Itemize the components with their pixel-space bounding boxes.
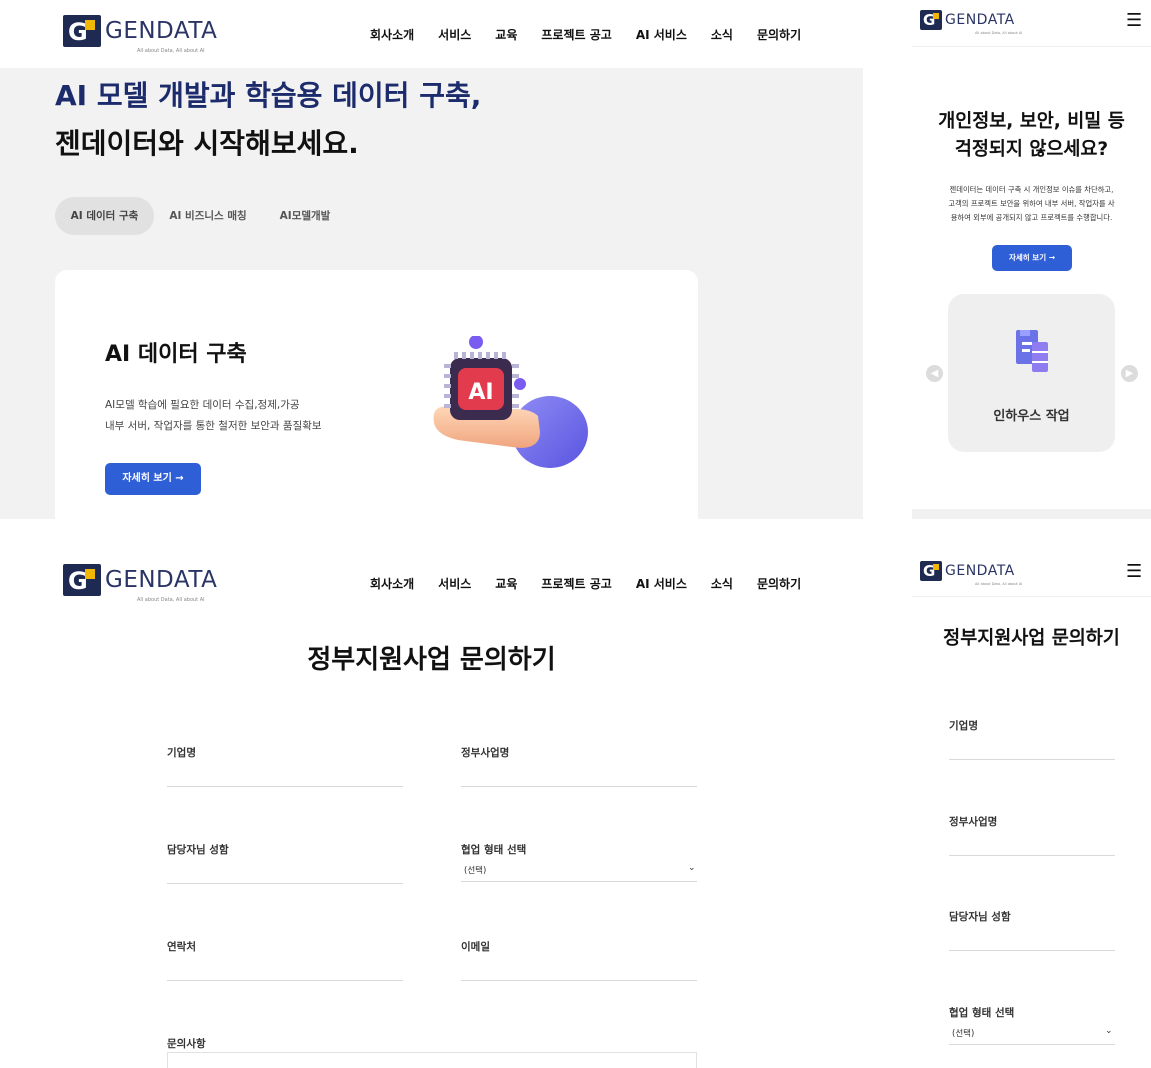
next-section-strip [912,509,1151,519]
manager-label: 담당자님 성함 [949,911,1011,923]
nav-contact[interactable]: 문의하기 [757,26,801,43]
logo-mark-icon: G [63,15,101,47]
hamburger-menu-icon[interactable]: ☰ [1126,561,1142,582]
mobile-form-title: 정부지원사업 문의하기 [943,628,1120,649]
ai-chip-hand-icon: AI [433,335,588,468]
security-desc-3: 용하여 외부에 공개되지 않고 프로젝트를 수행합니다. [950,213,1113,222]
nav-services[interactable]: 서비스 [438,26,471,43]
gendata-logo[interactable]: G GENDATA All about Data, All about AI [63,15,218,54]
hamburger-menu-icon[interactable]: ☰ [1126,10,1142,31]
contact-input[interactable] [167,980,403,981]
collab-select-value[interactable]: (선택) [464,864,486,876]
company-label: 기업명 [949,720,978,732]
program-label: 정부사업명 [461,747,510,759]
nav-news[interactable]: 소식 [711,575,733,592]
nav-services[interactable]: 서비스 [438,575,471,592]
collab-select[interactable] [949,1044,1115,1045]
nav-projects[interactable]: 프로젝트 공고 [541,575,611,592]
desktop-inquiry-form: G GENDATA All about Data, All about AI 회… [0,540,863,1068]
program-input[interactable] [461,786,697,787]
collab-label: 협업 형태 선택 [461,844,527,856]
logo-text: GENDATA [105,18,218,44]
gendata-logo[interactable]: G GENDATA All about Data, All about AI [63,564,218,603]
logo-tagline: All about Data, All about AI [975,582,1023,586]
logo-tagline: All about Data, All about AI [975,31,1023,35]
collab-select-value[interactable]: (선택) [952,1027,974,1039]
logo-tagline: All about Data, All about AI [137,597,205,603]
ai-chip-hand-illustration: AI [428,335,593,476]
logo-text: GENDATA [945,12,1015,28]
manager-input[interactable] [167,883,403,884]
logo-mark-icon: G [63,564,101,596]
collab-label: 협업 형태 선택 [949,1007,1015,1019]
nav-news[interactable]: 소식 [711,26,733,43]
hero-headline-1: AI 모델 개발과 학습용 데이터 구축, [55,79,482,112]
security-desc-2: 고객의 프로젝트 보안을 위하여 내부 서버, 작업자를 사 [948,199,1115,208]
logo-mark-icon: G [920,10,942,30]
mobile-inquiry-form: G GENDATA All about Data, All about AI ☰… [912,540,1151,1068]
card-title: AI 데이터 구축 [105,342,247,367]
company-input[interactable] [167,786,403,787]
header-divider [912,596,1151,597]
security-title-2: 걱정되지 않으세요? [954,139,1109,160]
logo-text: GENDATA [945,563,1015,579]
tab-ai-data[interactable]: AI 데이터 구축 [55,197,154,235]
arrow-right-icon[interactable]: ▶ [1121,365,1138,382]
logo-tagline: All about Data, All about AI [137,48,205,54]
nav-about[interactable]: 회사소개 [370,26,414,43]
security-title-1: 개인정보, 보안, 비밀 등 [938,111,1125,132]
card-detail-button[interactable]: 자세히 보기 → [105,463,201,495]
security-desc-1: 젠데이터는 데이터 구축 시 개인정보 이슈를 차단하고, [949,185,1114,194]
security-detail-button[interactable]: 자세히 보기 → [992,245,1072,271]
chip-label: AI [468,380,493,405]
nav-education[interactable]: 교육 [495,26,517,43]
card-desc-2: 내부 서버, 작업자를 통한 철저한 보안과 품질확보 [105,420,322,432]
arrow-left-icon[interactable]: ◀ [926,365,943,382]
form-title: 정부지원사업 문의하기 [307,645,556,675]
card-desc-1: AI모델 학습에 필요한 데이터 수집,정제,가공 [105,399,300,411]
contact-label: 연락처 [167,941,196,953]
tab-ai-business[interactable]: AI 비즈니스 매칭 [162,197,254,235]
mobile-gendata-logo[interactable]: G GENDATA All about Data, All about AI [920,561,1022,586]
desktop-hero-section: G GENDATA All about Data, All about AI 회… [0,0,863,519]
manager-label: 담당자님 성함 [167,844,229,856]
company-label: 기업명 [167,747,196,759]
program-input[interactable] [949,855,1115,856]
header-divider [912,46,1151,47]
nav-contact[interactable]: 문의하기 [757,575,801,592]
logo-mark-icon: G [920,561,942,581]
manager-input[interactable] [949,950,1115,951]
chevron-down-icon[interactable]: ⌄ [688,863,696,873]
nav-projects[interactable]: 프로젝트 공고 [541,26,611,43]
nav-ai-service[interactable]: AI 서비스 [636,575,687,592]
email-label: 이메일 [461,941,490,953]
mobile-security-section: G GENDATA All about Data, All about AI ☰… [912,0,1151,519]
main-nav: 회사소개 서비스 교육 프로젝트 공고 AI 서비스 소식 문의하기 [370,575,801,592]
hero-headline-2: 젠데이터와 시작해보세요. [55,127,359,160]
logo-text: GENDATA [105,567,218,593]
nav-ai-service[interactable]: AI 서비스 [636,26,687,43]
collab-select[interactable] [461,881,697,882]
chevron-down-icon[interactable]: ⌄ [1105,1026,1113,1036]
program-label: 정부사업명 [949,816,998,828]
main-nav: 회사소개 서비스 교육 프로젝트 공고 AI 서비스 소식 문의하기 [370,26,801,43]
inquiry-label: 문의사항 [167,1038,206,1050]
email-input[interactable] [461,980,697,981]
mobile-gendata-logo[interactable]: G GENDATA All about Data, All about AI [920,10,1022,35]
nav-about[interactable]: 회사소개 [370,575,414,592]
company-input[interactable] [949,759,1115,760]
tab-ai-model[interactable]: AI모델개발 [270,197,340,235]
inhouse-card-label: 인하우스 작업 [993,409,1070,424]
inquiry-textarea[interactable] [167,1052,697,1068]
nav-education[interactable]: 교육 [495,575,517,592]
document-stack-icon [1004,326,1060,376]
